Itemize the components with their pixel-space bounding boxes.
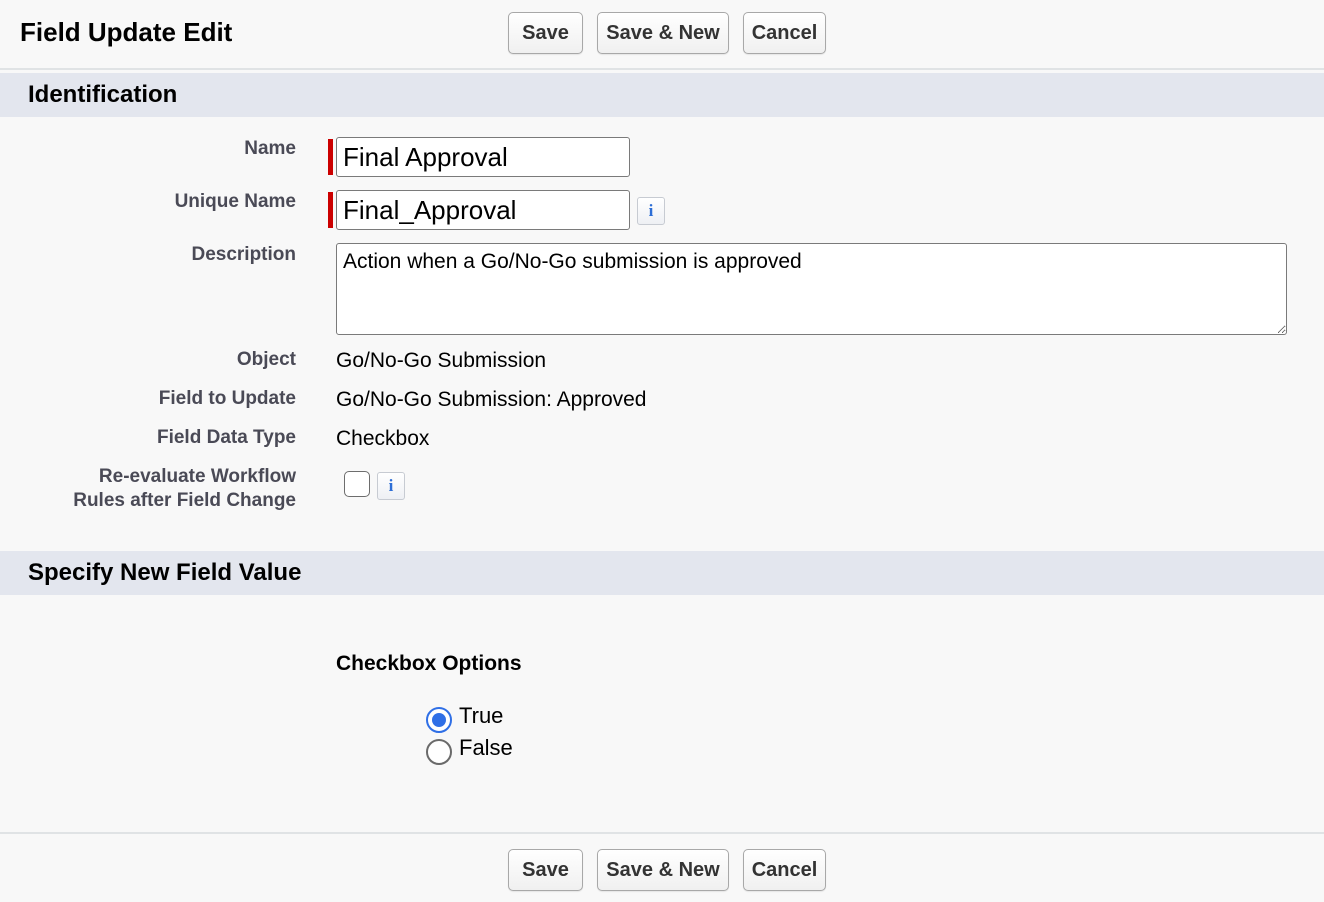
reevaluate-workflow-checkbox[interactable] — [344, 471, 370, 497]
unique-name-label: Unique Name — [174, 191, 296, 212]
page-header: Field Update Edit Save Save & New Cancel — [0, 0, 1324, 70]
radio-true-label: True — [459, 703, 504, 728]
unique-name-input[interactable] — [336, 190, 630, 230]
footer-cancel-button[interactable]: Cancel — [743, 849, 826, 891]
page-title: Field Update Edit — [20, 17, 233, 47]
required-marker — [328, 192, 333, 228]
object-label: Object — [236, 349, 296, 370]
footer-save-and-new-button[interactable]: Save & New — [597, 849, 729, 891]
name-label: Name — [244, 138, 296, 159]
new-field-value-section-header: Specify New Field Value — [0, 551, 1324, 595]
radio-false-label: False — [459, 735, 513, 760]
field-data-type-label: Field Data Type — [156, 427, 296, 448]
name-input[interactable] — [336, 137, 630, 177]
description-label: Description — [191, 244, 296, 265]
object-value: Go/No-Go Submission — [336, 349, 547, 372]
identification-section-header: Identification — [0, 73, 1324, 117]
field-data-type-value: Checkbox — [336, 427, 430, 450]
description-textarea[interactable]: Action when a Go/No-Go submission is app… — [336, 243, 1287, 335]
footer-save-button[interactable]: Save — [508, 849, 583, 891]
save-button[interactable]: Save — [508, 12, 583, 54]
reevaluate-label-line1: Re-evaluate Workflow — [98, 466, 296, 487]
reevaluate-info-icon[interactable]: i — [377, 472, 405, 500]
required-marker — [328, 139, 333, 175]
cancel-button[interactable]: Cancel — [743, 12, 826, 54]
checkbox-options-title: Checkbox Options — [336, 652, 522, 675]
save-and-new-button[interactable]: Save & New — [597, 12, 729, 54]
radio-true[interactable] — [426, 707, 452, 733]
reevaluate-label-line2: Rules after Field Change — [73, 490, 296, 511]
unique-name-info-icon[interactable]: i — [637, 197, 665, 225]
radio-false[interactable] — [426, 739, 452, 765]
field-to-update-label: Field to Update — [158, 388, 296, 409]
reevaluate-workflow-label: Re-evaluate Workflow Rules after Field C… — [73, 465, 296, 513]
page-footer: Save Save & New Cancel — [0, 832, 1324, 902]
field-to-update-value: Go/No-Go Submission: Approved — [336, 388, 647, 411]
